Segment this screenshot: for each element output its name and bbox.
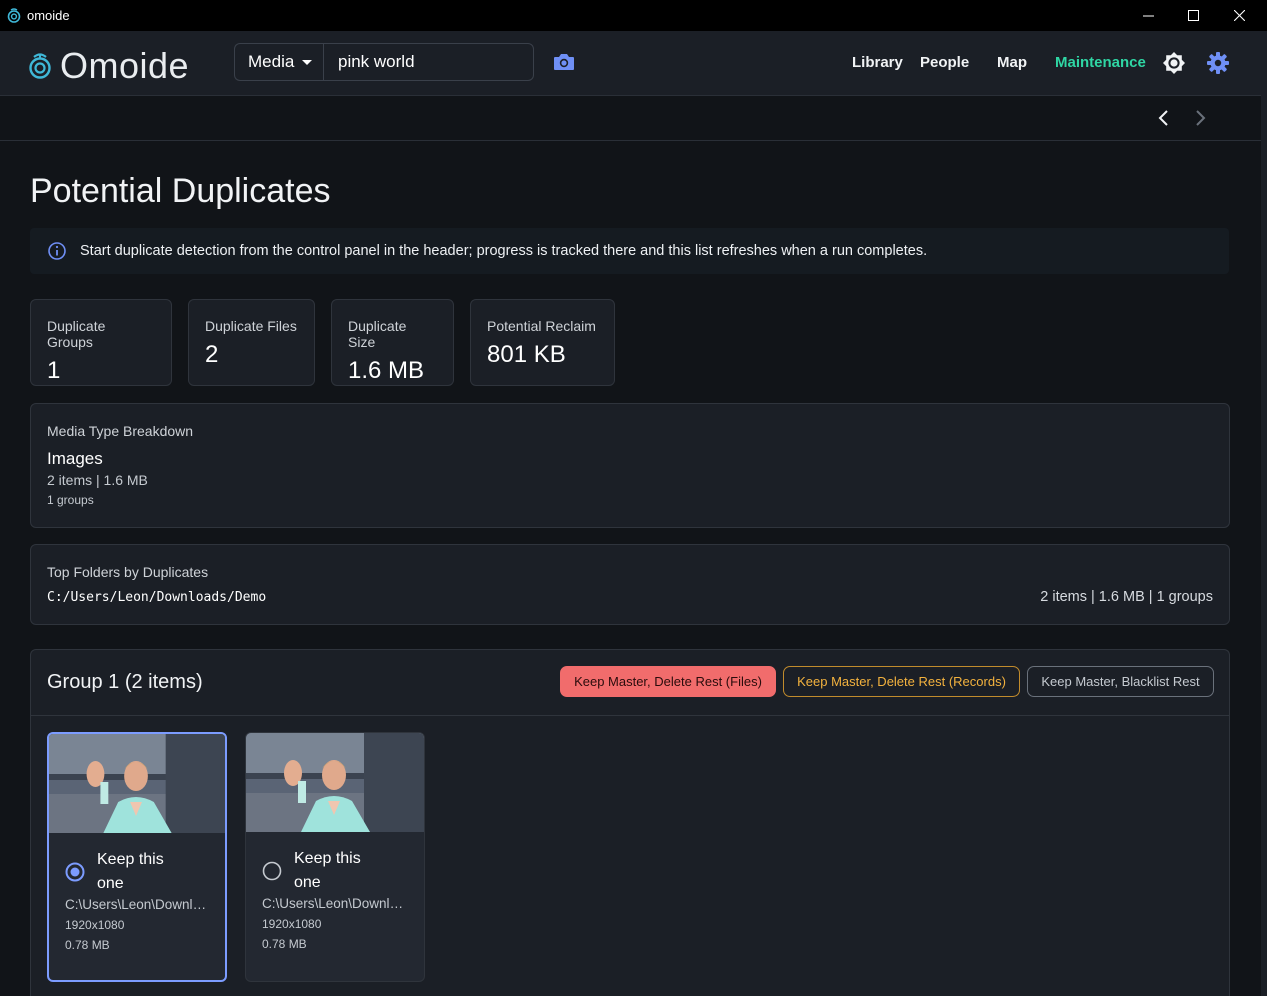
top-folders: Top Folders by Duplicates C:/Users/Leon/… bbox=[30, 544, 1230, 625]
close-icon bbox=[1233, 10, 1245, 21]
media-type-breakdown: Media Type Breakdown Images 2 items | 1.… bbox=[30, 403, 1230, 528]
media-thumbnail bbox=[49, 734, 225, 833]
folder-path: C:/Users/Leon/Downloads/Demo bbox=[47, 590, 267, 605]
page-title: Potential Duplicates bbox=[30, 172, 331, 210]
nav-maintenance[interactable]: Maintenance bbox=[1055, 54, 1146, 71]
duplicate-group: Group 1 (2 items) Keep Master, Delete Re… bbox=[30, 649, 1230, 996]
blacklist-button[interactable]: Keep Master, Blacklist Rest bbox=[1027, 666, 1214, 697]
panel-label: Media Type Breakdown bbox=[47, 423, 194, 439]
gear-icon[interactable] bbox=[1206, 51, 1230, 75]
radio-selected-icon[interactable] bbox=[65, 862, 85, 882]
camera-icon[interactable] bbox=[553, 52, 575, 72]
stat-label: Duplicate Size bbox=[348, 318, 407, 350]
file-dimensions: 1920x1080 bbox=[65, 918, 125, 932]
radio-unselected-icon[interactable] bbox=[262, 861, 282, 881]
vertical-scrollbar[interactable] bbox=[1261, 31, 1267, 996]
delete-files-button[interactable]: Keep Master, Delete Rest (Files) bbox=[560, 666, 776, 697]
brightness-icon[interactable] bbox=[1162, 51, 1186, 75]
media-card[interactable]: Keep this one C:\Users\Leon\Downloads\De… bbox=[47, 732, 227, 982]
window-title: omoide bbox=[27, 8, 70, 23]
file-path: C:\Users\Leon\Downloads\Demo\pink-world.… bbox=[65, 897, 213, 912]
stat-duplicate-size: Duplicate Size 1.6 MB bbox=[331, 299, 454, 386]
app-header: Omoide Media Library People Map Maintena… bbox=[0, 31, 1261, 96]
window-titlebar: omoide bbox=[0, 0, 1267, 31]
stat-duplicate-groups: Duplicate Groups 1 bbox=[30, 299, 172, 386]
omoide-logo-icon bbox=[7, 8, 21, 23]
brand-name: Omoide bbox=[60, 45, 190, 86]
stat-label: Duplicate Files bbox=[205, 318, 297, 334]
nav-library[interactable]: Library bbox=[852, 54, 903, 71]
file-size: 0.78 MB bbox=[262, 937, 307, 951]
delete-records-button[interactable]: Keep Master, Delete Rest (Records) bbox=[783, 666, 1020, 697]
chevron-left-icon[interactable] bbox=[1154, 108, 1174, 128]
minimize-icon bbox=[1142, 15, 1154, 17]
stat-value: 1 bbox=[47, 357, 61, 384]
brand[interactable]: Omoide bbox=[28, 45, 189, 87]
group-header: Group 1 (2 items) Keep Master, Delete Re… bbox=[31, 650, 1229, 716]
file-dimensions: 1920x1080 bbox=[262, 917, 322, 931]
stat-potential-reclaim: Potential Reclaim 801 KB bbox=[470, 299, 615, 386]
maximize-icon bbox=[1187, 10, 1199, 21]
keep-this-label[interactable]: Keep this one bbox=[97, 848, 187, 896]
chevron-right-icon[interactable] bbox=[1190, 108, 1210, 128]
panel-label: Top Folders by Duplicates bbox=[47, 564, 209, 580]
omoide-logo-icon bbox=[29, 53, 51, 79]
nav-people[interactable]: People bbox=[920, 54, 969, 71]
media-thumbnail bbox=[246, 733, 424, 832]
media-type-groups: 1 groups bbox=[47, 493, 94, 507]
info-icon bbox=[48, 242, 66, 260]
minimize-button[interactable] bbox=[1125, 0, 1171, 31]
media-card[interactable]: Keep this one C:\Users\Leon\Downloads\De… bbox=[245, 732, 425, 982]
stat-value: 1.6 MB bbox=[348, 357, 425, 384]
stat-value: 801 KB bbox=[487, 341, 566, 368]
stat-label: Duplicate Groups bbox=[47, 318, 106, 350]
media-select-label: Media bbox=[248, 52, 295, 71]
media-type-name: Images bbox=[47, 449, 103, 468]
stat-duplicate-files: Duplicate Files 2 bbox=[188, 299, 315, 386]
history-toolbar bbox=[0, 96, 1261, 141]
file-size: 0.78 MB bbox=[65, 938, 110, 952]
file-path: C:\Users\Leon\Downloads\Demo\pink-world.… bbox=[262, 896, 410, 911]
stat-label: Potential Reclaim bbox=[487, 318, 596, 334]
info-alert-text: Start duplicate detection from the contr… bbox=[80, 243, 928, 259]
media-type-select[interactable]: Media bbox=[234, 43, 323, 81]
info-alert: Start duplicate detection from the contr… bbox=[30, 228, 1229, 274]
nav-map[interactable]: Map bbox=[997, 54, 1027, 71]
keep-this-label[interactable]: Keep this one bbox=[294, 847, 384, 895]
close-window-button[interactable] bbox=[1216, 0, 1262, 31]
folder-stats: 2 items | 1.6 MB | 1 groups bbox=[1040, 589, 1213, 605]
maximize-button[interactable] bbox=[1170, 0, 1216, 31]
media-type-summary: 2 items | 1.6 MB bbox=[47, 472, 148, 488]
group-title: Group 1 (2 items) bbox=[47, 671, 203, 693]
search-input[interactable] bbox=[323, 43, 534, 81]
search-group: Media bbox=[234, 43, 534, 83]
caret-down-icon bbox=[302, 59, 313, 65]
stat-value: 2 bbox=[205, 341, 219, 368]
